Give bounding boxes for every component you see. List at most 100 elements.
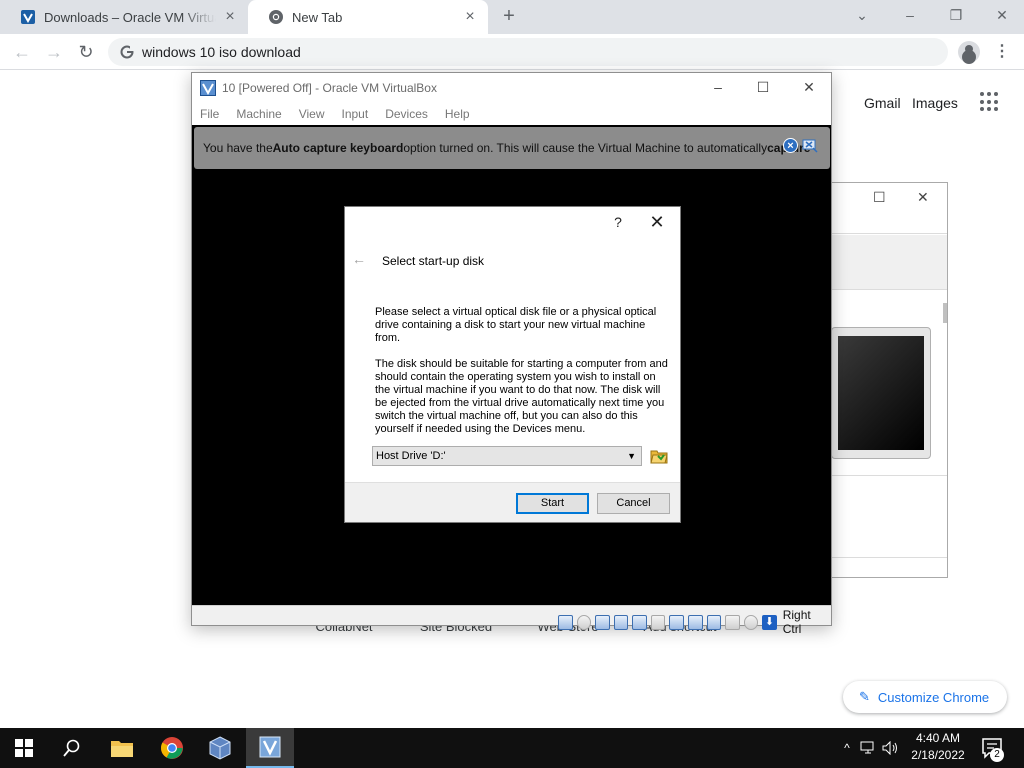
divider bbox=[829, 289, 947, 290]
tab-search-icon[interactable]: ⌄ bbox=[848, 4, 876, 26]
menu-devices[interactable]: Devices bbox=[385, 107, 428, 121]
network-icon[interactable] bbox=[860, 741, 878, 755]
notification-count-badge: 2 bbox=[990, 748, 1004, 762]
minimize-icon[interactable]: – bbox=[896, 4, 924, 26]
menu-file[interactable]: File bbox=[200, 107, 219, 121]
minimize-icon[interactable]: – bbox=[703, 79, 733, 95]
reload-icon[interactable]: ↻ bbox=[74, 40, 98, 64]
clock-time: 4:40 AM bbox=[915, 731, 961, 745]
tab-new-tab[interactable]: New Tab × bbox=[248, 0, 488, 34]
profile-avatar-icon[interactable] bbox=[958, 41, 980, 63]
new-tab-button[interactable]: + bbox=[498, 5, 520, 27]
tab-virtualbox-downloads[interactable]: Downloads – Oracle VM VirtualBox × bbox=[0, 0, 248, 34]
hard-disk-icon[interactable] bbox=[558, 614, 573, 630]
gmail-link[interactable]: Gmail bbox=[864, 95, 901, 111]
address-text: windows 10 iso download bbox=[142, 44, 301, 60]
cancel-button[interactable]: Cancel bbox=[597, 493, 670, 514]
taskbar-vm-window[interactable] bbox=[246, 728, 294, 768]
start-button[interactable]: Start bbox=[516, 493, 589, 514]
startup-disk-select[interactable]: Host Drive 'D:' ▼ bbox=[372, 446, 642, 466]
virtualbox-favicon-icon bbox=[21, 10, 35, 24]
notice-text-prefix: You have the bbox=[203, 141, 273, 155]
customize-chrome-label: Customize Chrome bbox=[877, 689, 990, 705]
windows-taskbar: ^ 4:40 AM 2/18/2022 2 bbox=[0, 728, 1024, 768]
chrome-menu-icon[interactable]: ⋮ bbox=[994, 40, 1010, 64]
toolbar-area bbox=[829, 235, 947, 289]
help-icon[interactable]: ? bbox=[609, 214, 627, 230]
windows-logo-icon bbox=[15, 739, 33, 757]
system-clock[interactable]: 4:40 AM 2/18/2022 bbox=[908, 730, 968, 766]
address-bar[interactable]: windows 10 iso download bbox=[108, 38, 948, 66]
pencil-icon: ✎ bbox=[859, 689, 870, 704]
menu-help[interactable]: Help bbox=[445, 107, 470, 121]
divider bbox=[829, 233, 947, 234]
divider bbox=[829, 475, 947, 476]
close-icon[interactable]: ✕ bbox=[794, 79, 824, 96]
google-apps-icon[interactable] bbox=[980, 92, 1000, 112]
chrome-icon bbox=[161, 737, 183, 759]
taskbar-chrome[interactable] bbox=[148, 728, 196, 768]
notice-close-icon[interactable]: × bbox=[783, 138, 798, 153]
tab-title: New Tab bbox=[292, 9, 343, 25]
notice-text-middle: option turned on. This will cause the Vi… bbox=[403, 141, 768, 155]
vm-preview-screen bbox=[838, 336, 924, 450]
dialog-paragraph-2: The disk should be suitable for starting… bbox=[375, 358, 668, 435]
virtualbox-manager-window[interactable]: ☐ ✕ bbox=[828, 182, 948, 578]
audio-icon[interactable] bbox=[595, 614, 610, 630]
virtualbox-icon bbox=[200, 80, 216, 96]
tab-close-icon[interactable]: × bbox=[462, 8, 478, 26]
status-indicators: ⬇ Right Ctrl bbox=[558, 608, 831, 636]
show-hidden-icons-icon[interactable]: ^ bbox=[838, 741, 856, 755]
virtualization-icon[interactable] bbox=[706, 614, 722, 630]
close-icon[interactable]: ✕ bbox=[917, 189, 929, 206]
start-button[interactable] bbox=[0, 728, 48, 768]
divider bbox=[829, 557, 947, 558]
restore-icon[interactable]: ❐ bbox=[942, 4, 970, 26]
images-link[interactable]: Images bbox=[912, 95, 958, 111]
menu-view[interactable]: View bbox=[299, 107, 325, 121]
google-icon bbox=[120, 45, 134, 59]
forward-icon[interactable]: → bbox=[42, 40, 66, 64]
clock-date: 2/18/2022 bbox=[911, 748, 965, 762]
scrollbar-thumb[interactable] bbox=[943, 303, 947, 323]
back-arrow-icon[interactable]: ← bbox=[352, 251, 366, 267]
startup-disk-dialog: ? ✕ ← Select start-up disk Please select… bbox=[344, 206, 681, 523]
volume-icon[interactable] bbox=[882, 741, 900, 755]
mouse-integration-icon[interactable] bbox=[743, 614, 759, 630]
menu-machine[interactable]: Machine bbox=[236, 107, 281, 121]
browser-toolbar: ← → ↻ windows 10 iso download ⋮ bbox=[0, 34, 1024, 70]
display-icon[interactable] bbox=[669, 614, 684, 630]
choose-disk-folder-icon[interactable] bbox=[650, 447, 668, 465]
dialog-heading: Select start-up disk bbox=[382, 254, 485, 268]
vm-menubar: File Machine View Input Devices Help bbox=[192, 103, 831, 125]
taskbar-virtualbox-manager[interactable] bbox=[196, 728, 244, 768]
folder-icon bbox=[111, 741, 133, 757]
tab-close-icon[interactable]: × bbox=[222, 8, 238, 26]
virtualbox-cube-icon bbox=[209, 736, 231, 760]
system-tray: ^ bbox=[838, 728, 900, 768]
close-window-icon[interactable]: ✕ bbox=[988, 4, 1016, 26]
dialog-close-icon[interactable]: ✕ bbox=[646, 212, 668, 233]
back-icon[interactable]: ← bbox=[10, 40, 34, 64]
search-button[interactable] bbox=[48, 728, 96, 768]
network-icon[interactable] bbox=[613, 614, 629, 630]
cpu-icon[interactable] bbox=[725, 614, 740, 630]
vm-titlebar[interactable]: 10 [Powered Off] - Oracle VM VirtualBox bbox=[192, 73, 831, 103]
tab-title: Downloads – Oracle VM VirtualBox bbox=[44, 9, 216, 25]
optical-drive-icon[interactable] bbox=[576, 614, 592, 630]
notice-dont-show-icon[interactable] bbox=[802, 138, 818, 153]
host-key-icon[interactable]: ⬇ bbox=[762, 614, 777, 630]
shared-folders-icon[interactable] bbox=[650, 614, 666, 630]
video-capture-icon[interactable] bbox=[687, 614, 703, 630]
menu-input[interactable]: Input bbox=[342, 107, 369, 121]
chrome-favicon-icon bbox=[269, 10, 283, 24]
taskbar-file-explorer[interactable] bbox=[98, 728, 146, 768]
maximize-icon[interactable]: ☐ bbox=[873, 189, 886, 206]
vm-preview bbox=[831, 327, 931, 459]
maximize-icon[interactable]: ☐ bbox=[748, 79, 778, 96]
customize-chrome-button[interactable]: ✎ Customize Chrome bbox=[843, 681, 1007, 713]
usb-icon[interactable] bbox=[632, 614, 647, 630]
notice-actions: × bbox=[783, 138, 818, 153]
host-key-label: Right Ctrl bbox=[782, 608, 811, 636]
virtualbox-vm-icon bbox=[259, 736, 281, 758]
